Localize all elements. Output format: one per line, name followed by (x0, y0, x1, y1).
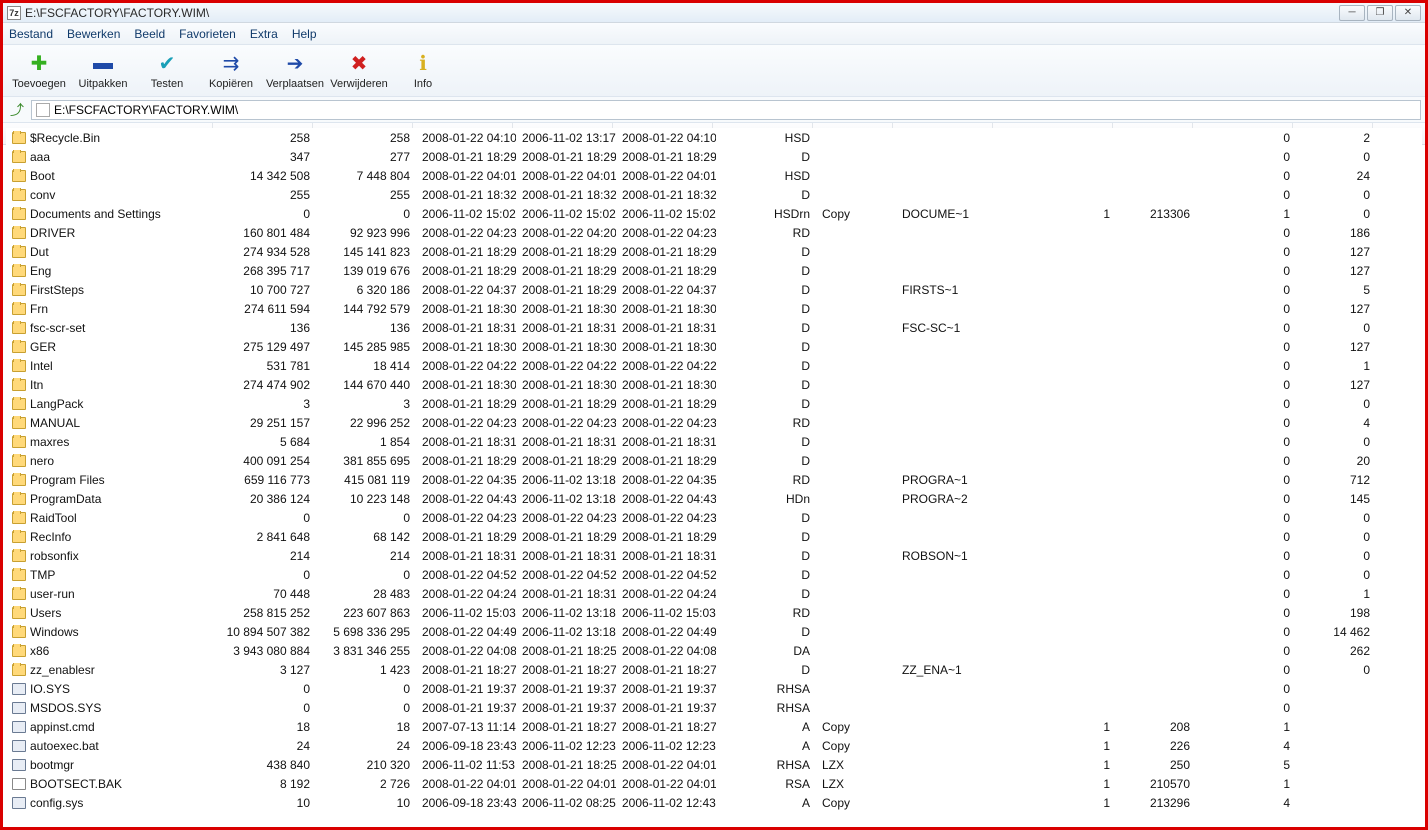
close-button[interactable]: ✕ (1395, 5, 1421, 21)
table-row[interactable]: GER275 129 497145 285 9852008-01-21 18:3… (6, 337, 1422, 356)
table-row[interactable]: TMP002008-01-22 04:522008-01-22 04:52200… (6, 565, 1422, 584)
table-row[interactable]: $Recycle.Bin2582582008-01-22 04:102006-1… (6, 128, 1422, 147)
table-row[interactable]: RecInfo2 841 64868 1422008-01-21 18:2920… (6, 527, 1422, 546)
table-row[interactable]: RaidTool002008-01-22 04:232008-01-22 04:… (6, 508, 1422, 527)
toolbar-move-button[interactable]: ➔ Verplaatsen (263, 47, 327, 95)
file-icon (36, 103, 50, 117)
table-row[interactable]: fsc-scr-set1361362008-01-21 18:312008-01… (6, 318, 1422, 337)
table-row[interactable]: config.sys10102006-09-18 23:432006-11-02… (6, 793, 1422, 812)
menu-favorieten[interactable]: Favorieten (179, 27, 236, 41)
table-row[interactable]: aaa3472772008-01-21 18:292008-01-21 18:2… (6, 147, 1422, 166)
table-row[interactable]: maxres5 6841 8542008-01-21 18:312008-01-… (6, 432, 1422, 451)
delete-icon: ✖ (347, 52, 371, 76)
table-row[interactable]: Dut274 934 528145 141 8232008-01-21 18:2… (6, 242, 1422, 261)
window-title: E:\FSCFACTORY\FACTORY.WIM\ (25, 6, 1339, 20)
table-row[interactable]: MANUAL29 251 15722 996 2522008-01-22 04:… (6, 413, 1422, 432)
toolbar-label: Info (414, 78, 432, 90)
toolbar-test-button[interactable]: ✔ Testen (135, 47, 199, 95)
table-row[interactable]: FirstSteps10 700 7276 320 1862008-01-22 … (6, 280, 1422, 299)
toolbar-add-button[interactable]: ✚ Toevoegen (7, 47, 71, 95)
table-row[interactable]: appinst.cmd18182007-07-13 11:142008-01-2… (6, 717, 1422, 736)
toolbar: ✚ Toevoegen ▬ Uitpakken ✔ Testen ⇉ Kopiëren ➔ Ver… (3, 45, 1425, 97)
toolbar-extract-button[interactable]: ▬ Uitpakken (71, 47, 135, 95)
toolbar-delete-button[interactable]: ✖ Verwijderen (327, 47, 391, 95)
table-row[interactable]: Intel531 78118 4142008-01-22 04:222008-0… (6, 356, 1422, 375)
table-row[interactable]: Windows10 894 507 3825 698 336 2952008-0… (6, 622, 1422, 641)
minimize-button[interactable]: ─ (1339, 5, 1365, 21)
table-row[interactable]: bootmgr438 840210 3202006-11-02 11:53200… (6, 755, 1422, 774)
table-row[interactable]: LangPack332008-01-21 18:292008-01-21 18:… (6, 394, 1422, 413)
toolbar-label: Toevoegen (12, 78, 66, 90)
table-row[interactable]: Itn274 474 902144 670 4402008-01-21 18:3… (6, 375, 1422, 394)
up-folder-icon[interactable]: ⤴ (7, 100, 27, 120)
toolbar-label: Verplaatsen (266, 78, 324, 90)
toolbar-label: Kopiëren (209, 78, 253, 90)
table-row[interactable]: zz_enablesr3 1271 4232008-01-21 18:27200… (6, 660, 1422, 679)
menu-beeld[interactable]: Beeld (134, 27, 165, 41)
table-row[interactable]: conv2552552008-01-21 18:322008-01-21 18:… (6, 185, 1422, 204)
info-icon: ℹ (411, 52, 435, 76)
toolbar-label: Verwijderen (330, 78, 387, 90)
table-row[interactable]: Users258 815 252223 607 8632006-11-02 15… (6, 603, 1422, 622)
menubar: Bestand Bewerken Beeld Favorieten Extra Help (3, 23, 1425, 45)
table-row[interactable]: BOOTSECT.BAK8 1922 7262008-01-22 04:0120… (6, 774, 1422, 793)
path-text: E:\FSCFACTORY\FACTORY.WIM\ (54, 103, 238, 117)
table-row[interactable]: ProgramData20 386 12410 223 1482008-01-2… (6, 489, 1422, 508)
toolbar-label: Testen (151, 78, 183, 90)
table-row[interactable]: Frn274 611 594144 792 5792008-01-21 18:3… (6, 299, 1422, 318)
window-buttons: ─ ❐ ✕ (1339, 5, 1421, 21)
table-row[interactable]: autoexec.bat24242006-09-18 23:432006-11-… (6, 736, 1422, 755)
copy-icon: ⇉ (219, 52, 243, 76)
menu-bewerken[interactable]: Bewerken (67, 27, 120, 41)
test-icon: ✔ (155, 52, 179, 76)
table-row[interactable]: MSDOS.SYS002008-01-21 19:372008-01-21 19… (6, 698, 1422, 717)
path-input[interactable]: E:\FSCFACTORY\FACTORY.WIM\ (31, 100, 1421, 120)
file-list[interactable]: $Recycle.Bin2582582008-01-22 04:102006-1… (6, 128, 1422, 824)
table-row[interactable]: Program Files659 116 773415 081 1192008-… (6, 470, 1422, 489)
table-row[interactable]: IO.SYS002008-01-21 19:372008-01-21 19:37… (6, 679, 1422, 698)
move-icon: ➔ (283, 52, 307, 76)
titlebar: 7z E:\FSCFACTORY\FACTORY.WIM\ ─ ❐ ✕ (3, 3, 1425, 23)
add-icon: ✚ (27, 52, 51, 76)
app-icon: 7z (7, 6, 21, 20)
table-row[interactable]: x863 943 080 8843 831 346 2552008-01-22 … (6, 641, 1422, 660)
menu-bestand[interactable]: Bestand (9, 27, 53, 41)
extract-icon: ▬ (91, 52, 115, 76)
table-row[interactable]: Boot14 342 5087 448 8042008-01-22 04:012… (6, 166, 1422, 185)
menu-help[interactable]: Help (292, 27, 317, 41)
table-row[interactable]: DRIVER160 801 48492 923 9962008-01-22 04… (6, 223, 1422, 242)
table-row[interactable]: user-run70 44828 4832008-01-22 04:242008… (6, 584, 1422, 603)
table-row[interactable]: Eng268 395 717139 019 6762008-01-21 18:2… (6, 261, 1422, 280)
toolbar-info-button[interactable]: ℹ Info (391, 47, 455, 95)
toolbar-label: Uitpakken (79, 78, 128, 90)
toolbar-copy-button[interactable]: ⇉ Kopiëren (199, 47, 263, 95)
table-row[interactable]: robsonfix2142142008-01-21 18:312008-01-2… (6, 546, 1422, 565)
menu-extra[interactable]: Extra (250, 27, 278, 41)
maximize-button[interactable]: ❐ (1367, 5, 1393, 21)
table-row[interactable]: nero400 091 254381 855 6952008-01-21 18:… (6, 451, 1422, 470)
table-row[interactable]: Documents and Settings002006-11-02 15:02… (6, 204, 1422, 223)
pathbar: ⤴ E:\FSCFACTORY\FACTORY.WIM\ (3, 97, 1425, 123)
